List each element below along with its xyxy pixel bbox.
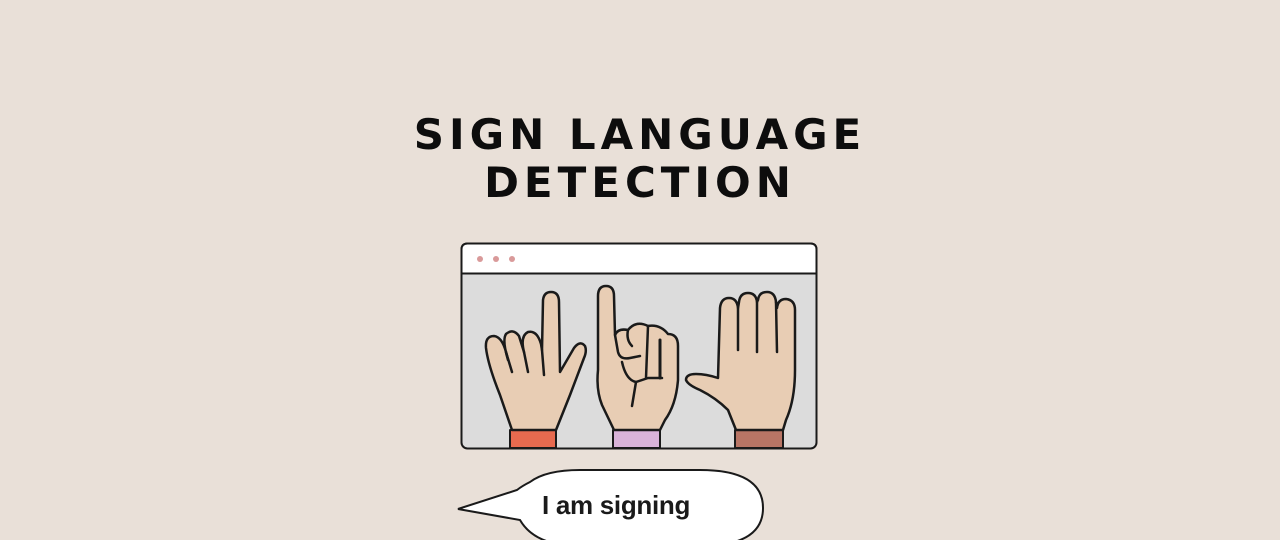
window-dot-icon xyxy=(493,256,499,262)
speech-bubble-text: I am signing xyxy=(542,490,691,520)
illustration xyxy=(457,242,818,540)
window-dot-icon xyxy=(477,256,483,262)
window-dot-icon xyxy=(509,256,515,262)
